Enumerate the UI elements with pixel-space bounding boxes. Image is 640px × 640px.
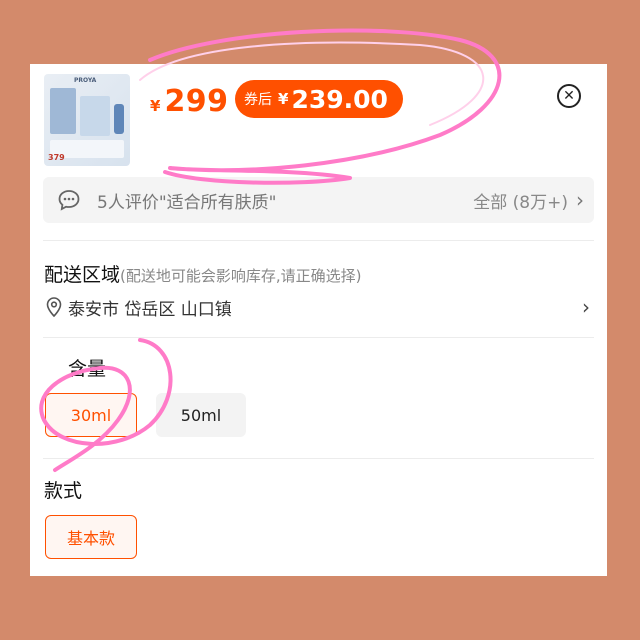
thumbnail-box-graphic <box>50 88 76 134</box>
volume-section-title: 含量 <box>68 358 107 380</box>
price-currency-symbol: ¥ <box>150 97 161 115</box>
thumbnail-bottle-graphic <box>114 104 124 134</box>
thumbnail-price: 379 <box>48 153 65 162</box>
divider <box>43 240 594 241</box>
coupon-price-value: 239.00 <box>291 84 388 114</box>
delivery-address: 泰安市 岱岳区 山口镇 <box>68 299 232 320</box>
chevron-right-icon: › <box>582 295 590 319</box>
coupon-currency-symbol: ¥ <box>278 90 289 108</box>
delivery-address-selector[interactable]: 泰安市 岱岳区 山口镇 › <box>44 292 590 322</box>
thumbnail-brand: PROYA <box>74 77 97 84</box>
delivery-hint: (配送地可能会影响库存,请正确选择) <box>120 267 362 285</box>
style-section-title: 款式 <box>44 480 83 502</box>
coupon-price-badge: 券后 ¥ 239.00 <box>235 80 403 118</box>
style-option-basic[interactable]: 基本款 <box>45 515 137 559</box>
divider <box>43 337 594 338</box>
delivery-section-title: 配送区域(配送地可能会影响库存,请正确选择) <box>44 260 362 287</box>
sku-selection-sheet: PROYA 379 ¥ 299 券后 ¥ 239.00 ✕ 5人评价"适合所有肤… <box>30 64 607 576</box>
volume-option-30ml[interactable]: 30ml <box>45 393 137 437</box>
chat-bubble-icon <box>58 190 80 211</box>
close-icon: ✕ <box>563 88 575 104</box>
chevron-right-icon: › <box>576 188 584 212</box>
original-price: ¥ 299 <box>150 84 229 119</box>
review-text: 5人评价"适合所有肤质" <box>97 192 277 213</box>
divider <box>43 458 594 459</box>
coupon-label: 券后 <box>244 92 272 108</box>
close-button[interactable]: ✕ <box>557 84 581 108</box>
review-summary-bar[interactable]: 5人评价"适合所有肤质" 全部 (8万+) › <box>43 177 594 223</box>
location-pin-icon <box>46 297 62 318</box>
review-count-link[interactable]: 全部 (8万+) <box>473 188 568 213</box>
price-value: 299 <box>164 84 229 119</box>
volume-option-50ml[interactable]: 50ml <box>156 393 246 437</box>
thumbnail-box-graphic <box>80 96 110 136</box>
delivery-title: 配送区域 <box>44 264 121 286</box>
product-thumbnail[interactable]: PROYA 379 <box>44 74 130 166</box>
